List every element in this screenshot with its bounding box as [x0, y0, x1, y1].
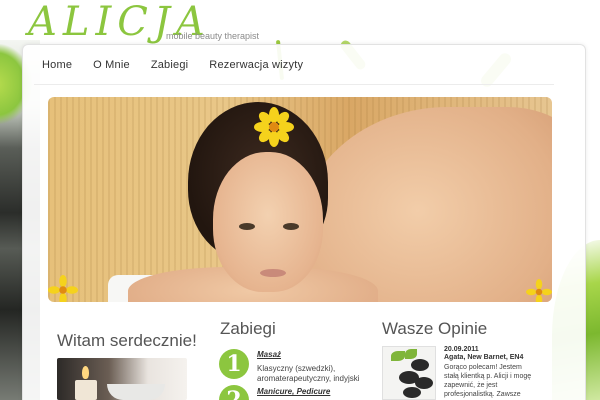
nav-item-rezerwacja-wizyty[interactable]: Rezerwacja wizyty	[209, 59, 303, 75]
testimonial-date: 20.09.2011	[444, 346, 479, 353]
hero-lips	[260, 269, 286, 277]
service-description: Klasyczny (szwedzki), aromaterapeutyczny…	[257, 364, 360, 383]
testimonials-heading: Wasze Opinie	[382, 319, 488, 338]
nav-divider	[34, 84, 554, 85]
stone-shape	[403, 387, 421, 398]
main-navigation: Home O Mnie Zabiegi Rezerwacja wizyty	[42, 59, 324, 75]
stone-shape	[411, 359, 429, 371]
flower-icon	[254, 107, 294, 147]
leaf-shape	[405, 349, 417, 359]
services-heading: Zabiegi	[220, 319, 276, 338]
leaf-shape	[391, 351, 405, 361]
spa-candle-image	[57, 358, 187, 400]
service-link-masaz[interactable]: Masaż	[257, 350, 281, 359]
hero-spa-image	[48, 97, 552, 302]
testimonial-author: Agata, New Barnet, EN4	[444, 354, 524, 361]
hero-eye	[239, 223, 255, 230]
nav-item-home[interactable]: Home	[42, 59, 72, 75]
salt-bowl	[107, 384, 165, 400]
nav-item-o-mnie[interactable]: O Mnie	[93, 59, 130, 75]
flower-icon	[48, 275, 78, 302]
testimonial-text: Gorąco polecam! Jestem stałą klientką p.…	[444, 364, 532, 398]
service-number-badge: 1	[219, 349, 249, 379]
service-link-manicure-pedicure[interactable]: Manicure, Pedicure	[257, 387, 330, 396]
hot-stones-image	[382, 346, 436, 400]
hero-eye	[283, 223, 299, 230]
candle-flame	[82, 366, 89, 379]
flower-icon	[526, 279, 552, 302]
stone-shape	[415, 377, 433, 389]
candle	[75, 380, 97, 400]
welcome-heading: Witam serdecznie!	[57, 331, 197, 350]
nav-item-zabiegi[interactable]: Zabiegi	[151, 59, 188, 75]
site-tagline: mobile beauty therapist	[166, 31, 260, 41]
